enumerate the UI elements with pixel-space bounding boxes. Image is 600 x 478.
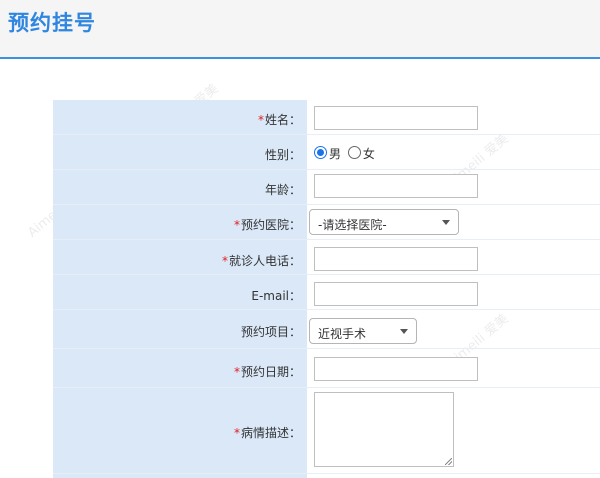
row-gender: 性别： 男 女 <box>53 135 600 170</box>
email-label: E-mail： <box>251 289 301 303</box>
required-mark: * <box>257 113 264 127</box>
phone-input[interactable] <box>314 247 478 271</box>
gender-female-radio[interactable] <box>347 146 361 159</box>
required-mark: * <box>233 218 240 232</box>
gender-female-label: 女 <box>362 147 375 161</box>
chevron-down-icon <box>400 329 408 334</box>
hospital-select-value: -请选择医院- <box>318 218 387 232</box>
project-select[interactable]: 近视手术 <box>309 318 417 344</box>
gender-label: 性别： <box>264 148 301 162</box>
name-label: 姓名： <box>264 113 301 127</box>
page-header: 预约挂号 <box>0 0 600 59</box>
hospital-label: 预约医院： <box>240 218 301 232</box>
required-mark: * <box>233 426 240 440</box>
hospital-select[interactable]: -请选择医院- <box>309 209 459 235</box>
description-textarea[interactable] <box>314 392 454 467</box>
date-label: 预约日期： <box>240 365 301 379</box>
row-name: *姓名： <box>53 100 600 135</box>
row-hospital: *预约医院： -请选择医院- <box>53 205 600 240</box>
row-date: *预约日期： <box>53 349 600 388</box>
age-label: 年龄： <box>264 183 301 197</box>
gender-male-label: 男 <box>329 147 342 161</box>
row-description: *病情描述： <box>53 388 600 474</box>
resize-handle-icon[interactable] <box>445 458 452 465</box>
phone-label: 就诊人电话： <box>228 254 301 268</box>
page-title: 预约挂号 <box>8 11 96 35</box>
row-phone: *就诊人电话： <box>53 240 600 275</box>
required-mark: * <box>221 254 228 268</box>
row-project: 预约项目： 近视手术 <box>53 310 600 349</box>
chevron-down-icon <box>442 220 450 225</box>
description-label: 病情描述： <box>240 426 301 440</box>
project-label: 预约项目： <box>240 325 301 339</box>
date-input[interactable] <box>314 357 478 381</box>
row-age: 年龄： <box>53 170 600 205</box>
project-select-value: 近视手术 <box>318 327 367 341</box>
gender-male-radio[interactable] <box>314 146 327 159</box>
required-mark: * <box>233 365 240 379</box>
name-input[interactable] <box>314 106 478 130</box>
age-input[interactable] <box>314 174 478 198</box>
row-email: E-mail： <box>53 275 600 310</box>
email-input[interactable] <box>314 282 478 306</box>
appointment-form: *姓名： 性别： 男 女 年龄： *预约医院： -请选择医院- *就诊人电话： … <box>53 100 600 478</box>
